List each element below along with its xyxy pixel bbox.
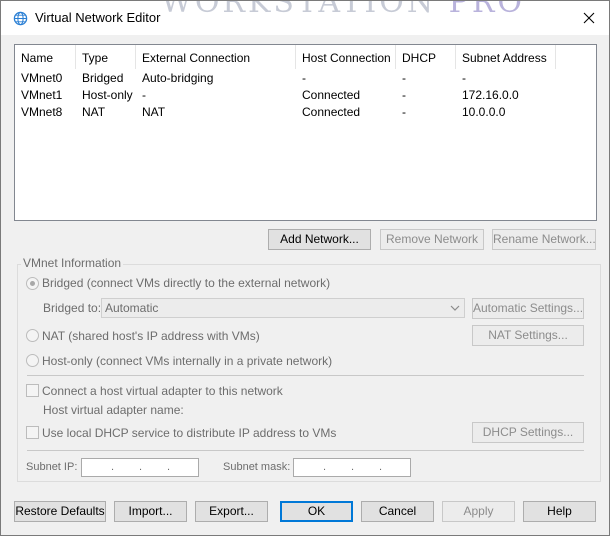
bridged-label: Bridged (connect VMs directly to the ext… <box>42 276 331 290</box>
cell-external: NAT <box>142 105 166 119</box>
divider <box>27 450 584 451</box>
subnet-ip-label: Subnet IP: <box>26 461 78 473</box>
import-button[interactable]: Import... <box>114 501 187 522</box>
cell-type: Host-only <box>82 88 133 102</box>
bridged-to-select[interactable]: Automatic <box>101 298 465 318</box>
host-only-radio[interactable] <box>26 354 39 367</box>
nat-settings-button[interactable]: NAT Settings... <box>472 325 584 346</box>
ok-button[interactable]: OK <box>280 501 353 522</box>
cell-subnet: 172.16.0.0 <box>462 88 519 102</box>
table-row-vmnet8[interactable]: VMnet8 NAT NAT Connected - 10.0.0.0 <box>15 104 596 121</box>
bridged-to-label: Bridged to: <box>43 301 102 315</box>
cell-external: - <box>142 88 146 102</box>
rename-network-button[interactable]: Rename Network... <box>492 229 596 250</box>
title-bar[interactable]: WORKSTATION PRO Virtual Network Editor <box>1 1 609 35</box>
remove-network-button[interactable]: Remove Network <box>380 229 484 250</box>
bridged-radio[interactable] <box>26 277 39 290</box>
cell-dhcp: - <box>402 88 406 102</box>
virtual-network-editor-window: WORKSTATION PRO Virtual Network Editor N… <box>0 0 610 536</box>
add-network-button[interactable]: Add Network... <box>268 229 371 250</box>
subnet-mask-input[interactable]: . . . <box>293 458 411 477</box>
column-header-name[interactable]: Name <box>15 45 76 69</box>
column-header-subnet-address[interactable]: Subnet Address <box>456 45 556 69</box>
chevron-down-icon <box>450 305 460 311</box>
nat-radio[interactable] <box>26 329 39 342</box>
adapter-name-label: Host virtual adapter name: <box>43 403 184 417</box>
cell-name: VMnet0 <box>21 71 63 85</box>
cell-name: VMnet1 <box>21 88 63 102</box>
table-row-vmnet1[interactable]: VMnet1 Host-only - Connected - 172.16.0.… <box>15 87 596 104</box>
close-button[interactable] <box>569 1 609 35</box>
list-header: Name Type External Connection Host Conne… <box>15 45 596 69</box>
cell-subnet: - <box>462 71 466 85</box>
cell-dhcp: - <box>402 71 406 85</box>
apply-button[interactable]: Apply <box>442 501 515 522</box>
cell-subnet: 10.0.0.0 <box>462 105 506 119</box>
column-header-host-connection[interactable]: Host Connection <box>296 45 396 69</box>
cell-name: VMnet8 <box>21 105 63 119</box>
nat-label: NAT (shared host's IP address with VMs) <box>42 329 260 343</box>
vmnet-information-label: VMnet Information <box>21 256 124 270</box>
divider <box>27 375 584 376</box>
network-globe-icon <box>13 11 28 26</box>
cell-host: Connected <box>302 105 361 119</box>
bridged-to-value: Automatic <box>105 301 159 315</box>
cell-type: Bridged <box>82 71 124 85</box>
export-button[interactable]: Export... <box>195 501 268 522</box>
restore-defaults-button[interactable]: Restore Defaults <box>14 501 106 522</box>
cell-host: Connected <box>302 88 361 102</box>
subnet-mask-label: Subnet mask: <box>223 461 291 473</box>
column-header-type[interactable]: Type <box>76 45 136 69</box>
column-header-dhcp[interactable]: DHCP <box>396 45 456 69</box>
cell-type: NAT <box>82 105 106 119</box>
subnet-ip-input[interactable]: . . . <box>81 458 199 477</box>
close-icon <box>583 12 595 24</box>
column-header-external-connection[interactable]: External Connection <box>136 45 296 69</box>
automatic-settings-button[interactable]: Automatic Settings... <box>472 298 584 319</box>
dhcp-settings-button[interactable]: DHCP Settings... <box>472 422 584 443</box>
background-watermark: WORKSTATION PRO <box>161 1 526 20</box>
host-only-label: Host-only (connect VMs internally in a p… <box>42 354 333 368</box>
connect-adapter-label: Connect a host virtual adapter to this n… <box>42 384 283 398</box>
cell-external: Auto-bridging <box>142 71 214 85</box>
cell-host: - <box>302 71 306 85</box>
window-title: Virtual Network Editor <box>35 10 161 25</box>
network-list[interactable]: Name Type External Connection Host Conne… <box>14 44 597 221</box>
dhcp-label: Use local DHCP service to distribute IP … <box>42 426 337 440</box>
connect-adapter-checkbox[interactable] <box>26 384 39 397</box>
help-button[interactable]: Help <box>523 501 596 522</box>
cancel-button[interactable]: Cancel <box>361 501 434 522</box>
dhcp-checkbox[interactable] <box>26 426 39 439</box>
table-row-vmnet0[interactable]: VMnet0 Bridged Auto-bridging - - - <box>15 70 596 87</box>
cell-dhcp: - <box>402 105 406 119</box>
